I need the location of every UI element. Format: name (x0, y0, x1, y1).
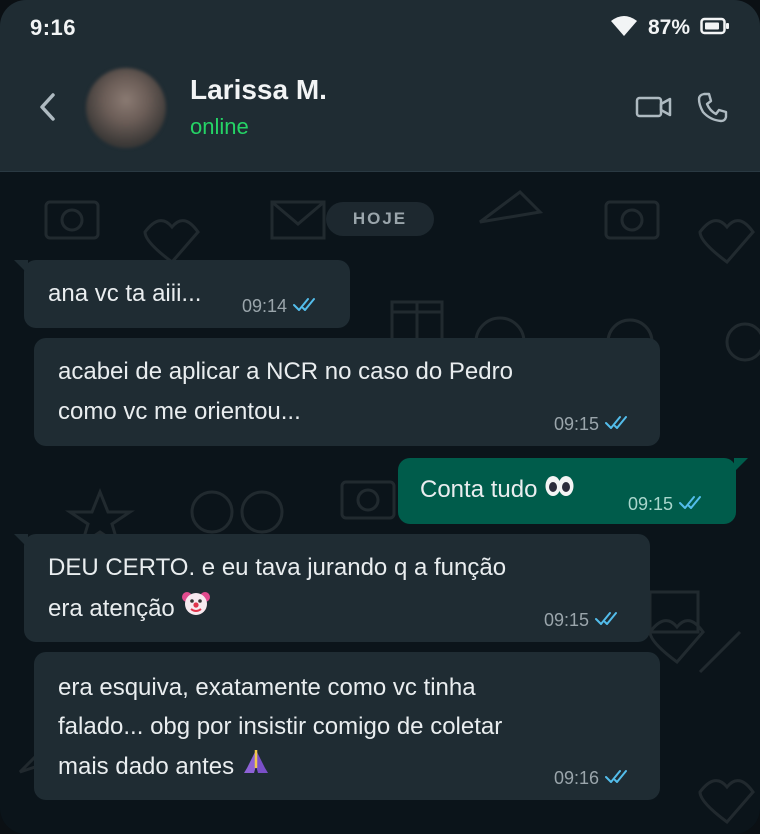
message-text-line: DEU CERTO. e eu tava jurando q a função (48, 554, 507, 581)
message-text-content: era atenção (48, 594, 175, 622)
bubble-tail (734, 458, 748, 472)
chat-screen: 9:16 87% Larissa M. online HOJE ana vc t… (0, 0, 760, 834)
incoming-message[interactable]: acabei de aplicar a NCR no caso do Pedro… (34, 338, 660, 446)
message-text-line: acabei de aplicar a NCR no caso do Pedro (58, 358, 513, 385)
message-text: ana vc ta aiii... (48, 280, 202, 307)
status-time: 9:16 (30, 15, 77, 40)
contact-status: online (190, 114, 249, 139)
message-meta: 09:16 (554, 758, 633, 798)
message-time: 09:15 (544, 610, 590, 630)
date-divider: HOJE (326, 202, 434, 236)
back-arrow-icon[interactable] (30, 90, 64, 124)
message-text: Conta tudo (420, 470, 574, 511)
video-call-icon[interactable] (634, 92, 674, 122)
message-meta: 09:15 (544, 600, 623, 640)
message-time: 09:15 (554, 414, 600, 434)
read-receipt-icon (679, 484, 707, 524)
message-list[interactable]: HOJE ana vc ta aiii... 09:14 acabei de a… (0, 172, 760, 834)
message-text-content: mais dado antes (58, 752, 235, 780)
outgoing-message[interactable]: Conta tudo 09:15 (398, 458, 748, 524)
incoming-message[interactable]: DEU CERTO. e eu tava jurando q a função … (14, 534, 650, 642)
message-text-line: falado... obg por insistir comigo de col… (58, 713, 503, 740)
contact-name[interactable]: Larissa M. (190, 74, 327, 106)
read-receipt-icon (595, 600, 623, 640)
message-text-content: Conta tudo (420, 476, 538, 503)
message-meta: 09:15 (628, 484, 707, 524)
status-bar: 9:16 87% (0, 0, 760, 56)
message-meta: 09:14 (242, 286, 321, 326)
clown-face-emoji-icon (181, 588, 211, 631)
message-time: 09:14 (242, 296, 288, 316)
contact-avatar[interactable] (86, 68, 166, 148)
read-receipt-icon (605, 758, 633, 798)
bubble-tail (14, 260, 28, 274)
folded-hands-emoji-icon (241, 746, 271, 789)
message-text-line: era esquiva, exatamente como vc tinha (58, 674, 476, 701)
chat-header: Larissa M. online (0, 56, 760, 172)
message-time: 09:15 (628, 494, 674, 514)
read-receipt-icon (293, 286, 321, 326)
message-text-line: mais dado antes (58, 746, 271, 789)
message-text-line: era atenção (48, 588, 211, 631)
read-receipt-icon (605, 404, 633, 444)
status-indicators: 87% (610, 15, 730, 42)
eyes-emoji-icon (544, 471, 574, 511)
battery-icon (700, 17, 730, 40)
message-time: 09:16 (554, 768, 600, 788)
bubble-tail (14, 534, 28, 548)
incoming-message[interactable]: ana vc ta aiii... 09:14 (14, 260, 350, 328)
message-meta: 09:15 (554, 404, 633, 444)
wifi-icon (610, 15, 638, 42)
message-text-line: como vc me orientou... (58, 398, 301, 425)
battery-percentage: 87% (647, 16, 690, 39)
incoming-message[interactable]: era esquiva, exatamente como vc tinha fa… (34, 652, 660, 800)
phone-icon[interactable] (696, 90, 730, 124)
